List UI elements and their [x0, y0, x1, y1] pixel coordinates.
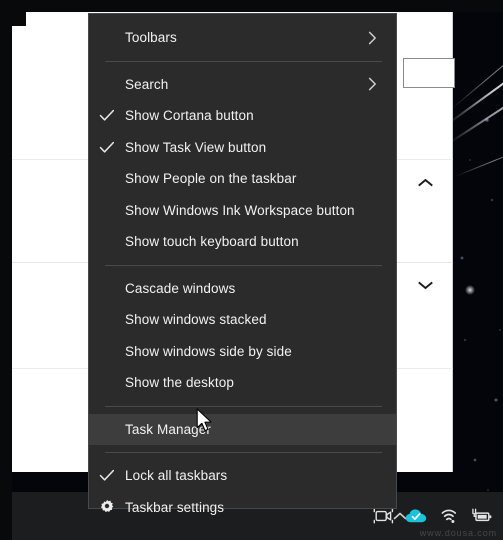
menu-item-label: Taskbar settings	[125, 499, 225, 515]
menu-item-toolbars[interactable]: Toolbars	[89, 22, 396, 54]
menu-item-label: Show windows stacked	[125, 312, 267, 328]
chevron-down-icon[interactable]	[412, 272, 438, 298]
onedrive-icon[interactable]	[405, 505, 427, 527]
menu-item-taskbar-settings[interactable]: Taskbar settings	[89, 492, 396, 524]
checkmark-icon	[89, 469, 125, 482]
menu-item-label: Show Task View button	[125, 139, 267, 155]
screen-bezel-top	[0, 0, 503, 12]
menu-item-show-cortana-button[interactable]: Show Cortana button	[89, 100, 396, 132]
menu-item-label: Show Windows Ink Workspace button	[125, 202, 355, 218]
menu-item-show-touch-keyboard-button[interactable]: Show touch keyboard button	[89, 226, 396, 258]
menu-item-label: Cascade windows	[125, 280, 236, 296]
wallpaper-streak	[451, 37, 503, 110]
gear-icon	[89, 499, 125, 515]
battery-icon[interactable]	[471, 505, 493, 527]
chevron-right-icon	[362, 31, 382, 45]
checkmark-icon	[89, 141, 125, 154]
watermark-text: www.dousa.com	[419, 528, 497, 538]
text-input-field[interactable]	[403, 58, 455, 88]
menu-separator	[105, 264, 382, 266]
chevron-right-icon	[362, 77, 382, 91]
menu-separator	[105, 452, 382, 453]
chevron-up-icon[interactable]	[412, 170, 438, 196]
wallpaper-streak	[454, 149, 503, 177]
checkmark-icon	[89, 109, 125, 122]
menu-item-show-windows-side-by-side[interactable]: Show windows side by side	[89, 336, 396, 368]
menu-item-label: Lock all taskbars	[125, 468, 228, 484]
menu-item-label: Show the desktop	[125, 375, 234, 391]
menu-separator	[105, 60, 382, 62]
menu-item-show-windows-stacked[interactable]: Show windows stacked	[89, 304, 396, 336]
taskbar-context-menu[interactable]: Toolbars Search Show Cortana button Show Ta…	[88, 13, 397, 515]
menu-item-lock-all-taskbars[interactable]: Lock all taskbars	[89, 460, 396, 492]
menu-item-show-task-view-button[interactable]: Show Task View button	[89, 132, 396, 164]
menu-item-label: Show windows side by side	[125, 343, 292, 359]
menu-item-label: Task Manager	[125, 421, 211, 437]
menu-item-label: Search	[125, 76, 169, 92]
screen-bezel-corner	[0, 0, 26, 26]
menu-separator	[105, 405, 382, 407]
menu-item-label: Show touch keyboard button	[125, 234, 299, 250]
menu-item-show-the-desktop[interactable]: Show the desktop	[89, 367, 396, 399]
menu-item-label: Show People on the taskbar	[125, 171, 297, 187]
menu-item-search[interactable]: Search	[89, 69, 396, 101]
screen: www.dousa.com Toolbars Search Show Cortana…	[0, 0, 503, 540]
screen-bezel-left	[0, 0, 12, 540]
menu-item-label: Toolbars	[125, 30, 177, 46]
menu-item-show-windows-ink-workspace-button[interactable]: Show Windows Ink Workspace button	[89, 195, 396, 227]
menu-item-task-manager[interactable]: Task Manager	[89, 413, 396, 445]
wifi-icon[interactable]	[438, 505, 460, 527]
menu-item-cascade-windows[interactable]: Cascade windows	[89, 273, 396, 305]
menu-item-label: Show Cortana button	[125, 108, 254, 124]
menu-item-show-people-on-the-taskbar[interactable]: Show People on the taskbar	[89, 163, 396, 195]
